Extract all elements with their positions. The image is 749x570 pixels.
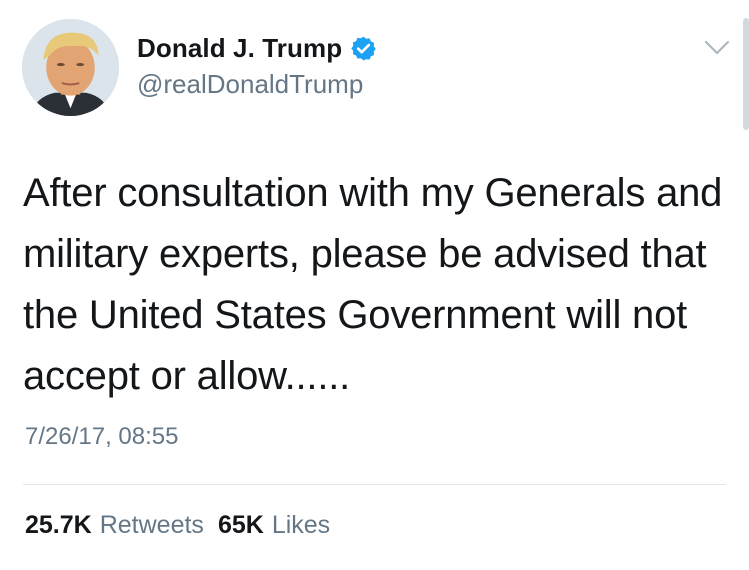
chevron-down-icon[interactable] bbox=[704, 40, 730, 56]
author-handle[interactable]: @realDonaldTrump bbox=[137, 69, 363, 100]
tweet-text: After consultation with my Generals and … bbox=[23, 163, 733, 407]
likes-label: Likes bbox=[271, 511, 331, 539]
tweet-text-line: accept or allow...... bbox=[23, 354, 351, 398]
tweet-text-line: After consultation with my Generals and bbox=[23, 171, 723, 215]
author-name-row: Donald J. Trump bbox=[137, 33, 377, 64]
verified-badge-icon bbox=[351, 36, 376, 61]
tweet-timestamp[interactable]: 7/26/17, 08:55 bbox=[25, 423, 178, 451]
tweet-text-line: the United States Government will not bbox=[23, 293, 688, 337]
avatar[interactable] bbox=[22, 19, 119, 116]
divider bbox=[23, 484, 726, 485]
scrollbar[interactable] bbox=[743, 18, 749, 130]
tweet-text-line: military experts, please be advised that bbox=[23, 232, 707, 276]
author-display-name[interactable]: Donald J. Trump bbox=[137, 33, 342, 64]
retweets-label: Retweets bbox=[99, 511, 204, 539]
likes-count: 65K bbox=[217, 511, 264, 539]
tweet-card: Donald J. Trump @realDonaldTrump After c… bbox=[0, 0, 749, 570]
retweets-count: 25.7K bbox=[25, 511, 92, 539]
tweet-stats: 25.7K Retweets 65K Likes bbox=[25, 511, 344, 540]
likes-stat[interactable]: 65K Likes bbox=[218, 511, 330, 540]
retweets-stat[interactable]: 25.7K Retweets bbox=[25, 511, 204, 540]
avatar-image bbox=[22, 19, 119, 116]
